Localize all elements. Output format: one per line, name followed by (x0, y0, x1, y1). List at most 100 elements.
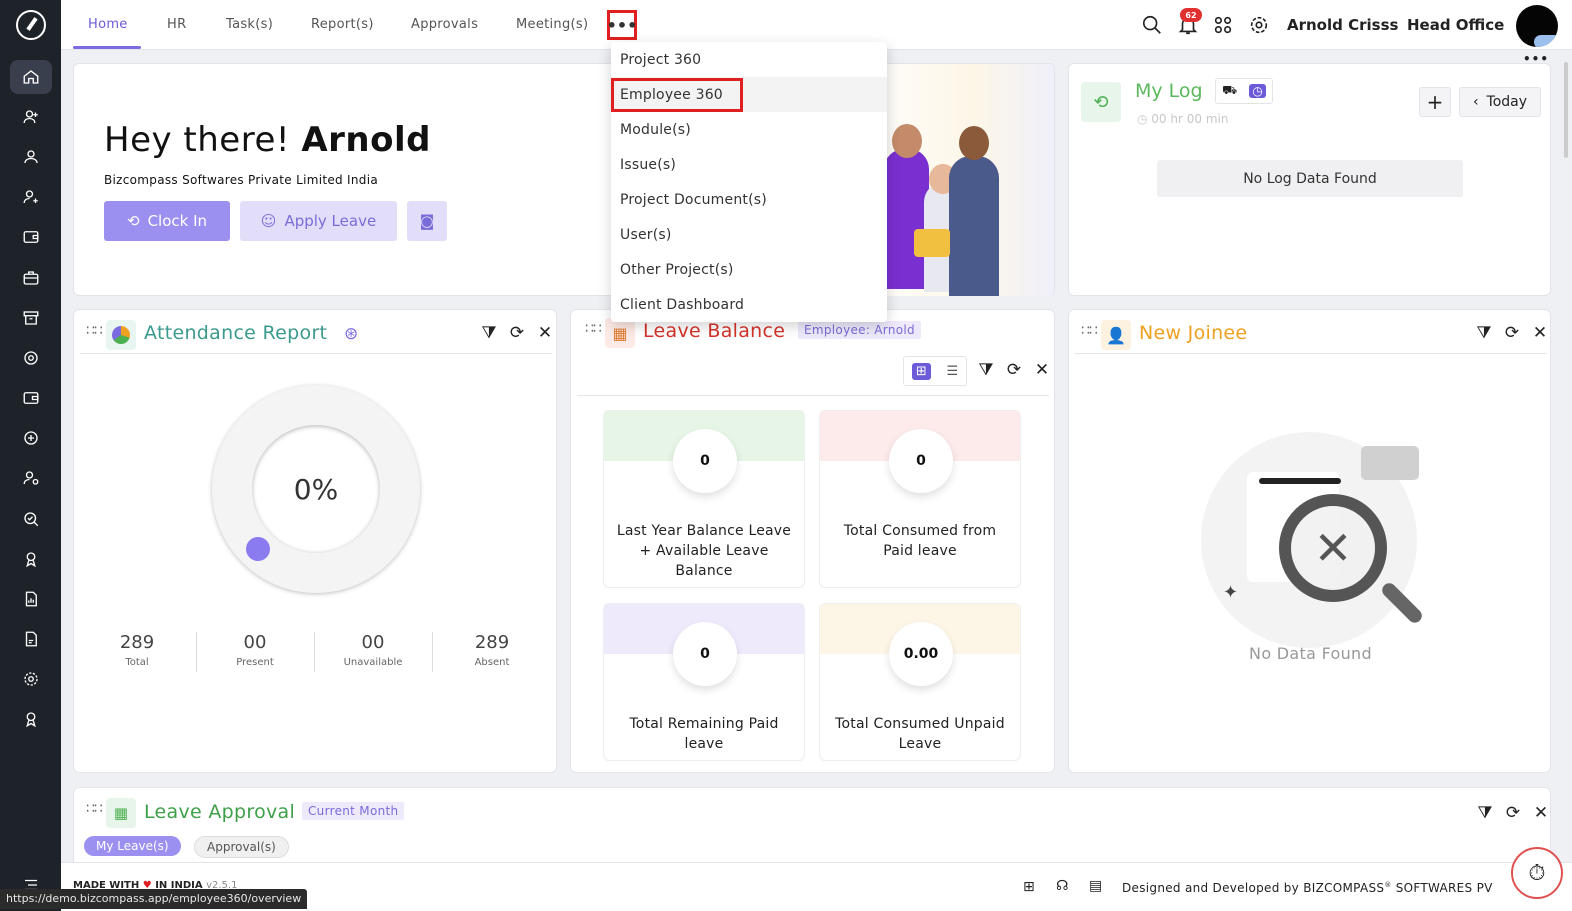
sidebar-card-icon[interactable] (10, 381, 52, 415)
sidebar-search-check-icon[interactable] (10, 502, 52, 536)
timer-toggle-icon[interactable]: ◷ (1249, 84, 1266, 98)
leave-card-label: Last Year Balance Leave + Available Leav… (616, 523, 792, 579)
log-duration-value: 00 hr 00 min (1151, 112, 1229, 126)
sidebar-user-plus-icon[interactable] (10, 180, 52, 214)
attendance-controls: ⧩ ⟳ ✕ (480, 323, 554, 343)
menu-item-modules[interactable]: Module(s) (611, 112, 887, 147)
close-icon[interactable]: ✕ (1532, 803, 1550, 823)
windows-icon[interactable]: ⊞ (1023, 879, 1035, 895)
document-settings-icon[interactable]: ▤ (1089, 878, 1102, 894)
tab-tasks[interactable]: Task(s) (226, 17, 273, 32)
sidebar (0, 0, 61, 911)
employee-tag[interactable]: Employee: Arnold (798, 321, 921, 339)
car-icon[interactable]: ⛟ (1222, 83, 1237, 99)
drag-handle-icon[interactable] (585, 326, 601, 332)
today-label: Today (1486, 94, 1528, 110)
stat-divider (314, 632, 315, 672)
close-icon[interactable]: ✕ (1531, 323, 1549, 343)
period-tag[interactable]: Current Month (302, 802, 405, 820)
sidebar-briefcase-icon[interactable] (10, 261, 52, 295)
app-logo[interactable] (16, 10, 46, 40)
new-joinee-widget: 👤 New Joinee ⧩ ⟳ ✕ ✕ ✦ No Data Found (1068, 309, 1551, 773)
stat-absent-value: 289 (474, 632, 510, 653)
drag-handle-icon[interactable] (86, 328, 102, 334)
apps-grid-icon[interactable] (1212, 14, 1234, 36)
log-view-toggle[interactable]: ⛟ ◷ (1215, 78, 1273, 104)
apply-leave-button[interactable]: ☺ Apply Leave (240, 201, 397, 241)
drag-handle-icon[interactable] (1081, 328, 1097, 334)
sidebar-archive-icon[interactable] (10, 301, 52, 335)
filter-icon[interactable]: ⧩ (1475, 323, 1493, 343)
menu-item-project-360[interactable]: Project 360 (611, 42, 887, 77)
sidebar-badge-icon[interactable] (10, 702, 52, 736)
sidebar-home-icon[interactable] (10, 60, 52, 94)
sidebar-add-user-icon[interactable] (10, 100, 52, 134)
tab-hr[interactable]: HR (167, 17, 186, 32)
search-icon[interactable] (1141, 14, 1163, 36)
tab-reports[interactable]: Report(s) (311, 17, 374, 32)
headset-icon[interactable]: ☊ (1056, 878, 1068, 894)
tab-meetings[interactable]: Meeting(s) (516, 17, 588, 32)
menu-item-employee-360[interactable]: Employee 360 (611, 77, 887, 112)
sidebar-user-icon[interactable] (10, 140, 52, 174)
stat-total: 289 Total (92, 632, 182, 668)
menu-item-client-dashboard[interactable]: Client Dashboard (611, 287, 887, 322)
sidebar-wallet-icon[interactable] (10, 220, 52, 254)
stat-divider (196, 632, 197, 672)
today-button[interactable]: ‹ Today (1459, 87, 1541, 117)
active-tab-indicator (73, 46, 141, 49)
sidebar-settings-icon[interactable] (10, 662, 52, 696)
sidebar-award-icon[interactable] (10, 542, 52, 576)
sidebar-user-settings-icon[interactable] (10, 461, 52, 495)
welcome-card: Hey there! Arnold Bizcompass Softwares P… (73, 63, 1055, 296)
close-icon[interactable]: ✕ (1033, 360, 1051, 380)
filter-icon[interactable]: ⧩ (480, 323, 498, 343)
chevron-left-icon: ‹ (1472, 94, 1479, 110)
tab-home[interactable]: Home (88, 17, 128, 32)
menu-item-other-projects[interactable]: Other Project(s) (611, 252, 887, 287)
refresh-icon[interactable]: ⟳ (1005, 360, 1023, 380)
drag-handle-icon[interactable] (86, 806, 102, 812)
refresh-icon[interactable]: ⟳ (508, 323, 526, 343)
attendance-percent: 0% (252, 425, 380, 553)
stat-present: 00 Present (210, 632, 300, 668)
scrollbar-thumb[interactable] (1564, 62, 1568, 158)
filter-icon[interactable]: ⧩ (1476, 803, 1494, 823)
clock-in-button[interactable]: ⟲ Clock In (104, 201, 230, 241)
sidebar-support-icon[interactable] (10, 341, 52, 375)
sidebar-inbox-icon[interactable] (10, 421, 52, 455)
refresh-icon[interactable]: ⟳ (1503, 323, 1521, 343)
donut-marker (246, 537, 270, 561)
tab-approvals[interactable]: Approvals (411, 17, 478, 32)
grid-view-icon[interactable]: ⊞ (911, 362, 931, 380)
profile-badge-button[interactable]: ◙ (407, 201, 447, 241)
stat-present-value: 00 (243, 632, 267, 653)
tab-my-leaves[interactable]: My Leave(s) (84, 836, 181, 856)
tab-approvals[interactable]: Approval(s) (194, 836, 289, 858)
view-toggle: ⊞ ☰ (903, 356, 967, 386)
new-joinee-controls: ⧩ ⟳ ✕ (1475, 323, 1549, 343)
user-name[interactable]: Arnold Crisss (1287, 16, 1398, 34)
stopwatch-float-button[interactable]: ⏱ (1511, 847, 1563, 899)
add-log-button[interactable]: + (1419, 87, 1451, 117)
company-suffix: SOFTWARES PV (1395, 881, 1493, 895)
menu-item-users[interactable]: User(s) (611, 217, 887, 252)
sidebar-report-icon[interactable] (10, 582, 52, 616)
menu-item-issues[interactable]: Issue(s) (611, 147, 887, 182)
avatar[interactable] (1516, 5, 1558, 47)
no-data-text: No Data Found (1249, 644, 1372, 663)
leave-card-value: 0 (673, 622, 737, 686)
filter-icon[interactable]: ⧩ (977, 360, 995, 380)
location-settings-icon[interactable]: ⊛ (344, 324, 358, 344)
sidebar-document-chart-icon[interactable] (10, 622, 52, 656)
menu-item-project-documents[interactable]: Project Document(s) (611, 182, 887, 217)
close-icon[interactable]: ✕ (536, 323, 554, 343)
leave-approval-title: Leave Approval (144, 801, 296, 823)
more-tabs-button[interactable]: ••• (607, 10, 637, 40)
office-location[interactable]: Head Office (1407, 16, 1504, 34)
new-joinee-title: New Joinee (1139, 322, 1248, 344)
refresh-icon[interactable]: ⟳ (1504, 803, 1522, 823)
person-icon: ☺ (260, 212, 277, 230)
list-view-icon[interactable]: ☰ (946, 364, 958, 379)
settings-gear-icon[interactable] (1248, 14, 1270, 36)
